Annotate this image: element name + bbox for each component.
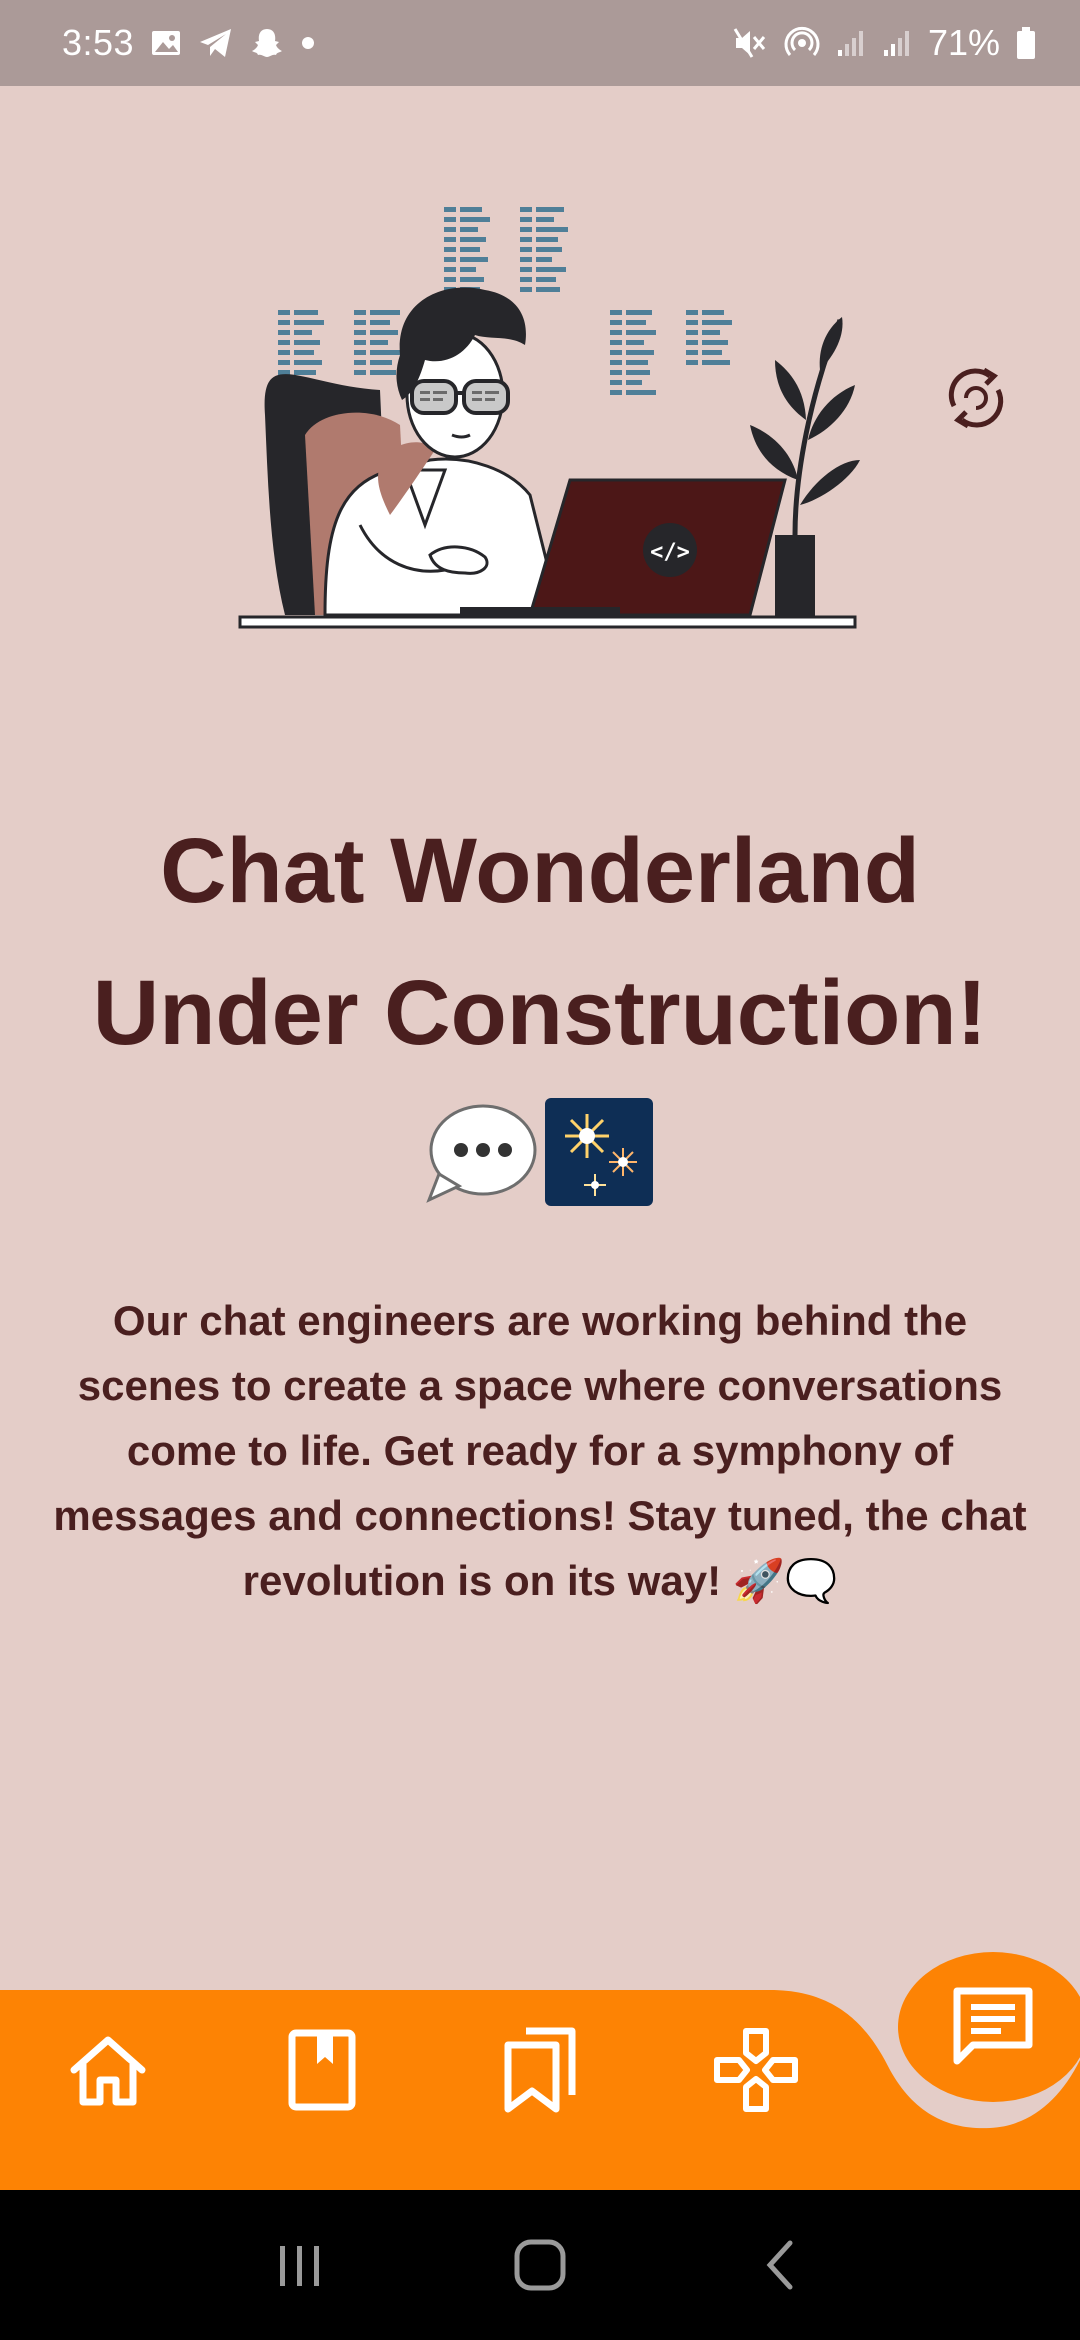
more-notifications-dot-icon [300, 35, 316, 51]
refresh-icon[interactable] [940, 362, 1012, 434]
fireworks-emoji [545, 1098, 653, 1206]
description-text: Our chat engineers are working behind th… [53, 1297, 1027, 1604]
home-circle-icon [514, 2239, 566, 2291]
hotspot-icon [784, 25, 820, 61]
emoji-row [0, 1092, 1080, 1212]
gallery-notification-icon [150, 27, 182, 59]
back-button[interactable] [740, 2225, 820, 2305]
battery-percentage: 71% [927, 22, 1000, 63]
svg-text:</>: </> [650, 540, 690, 565]
home-icon [70, 2036, 146, 2106]
page-title-line-1: Chat Wonderland [160, 820, 920, 922]
nav-bookmarks[interactable] [490, 2020, 590, 2120]
snapchat-notification-icon [250, 26, 284, 60]
chat-fab-button[interactable] [898, 1952, 1080, 2102]
status-bar: 3:53 71% [0, 0, 1080, 86]
speech-balloon-emoji [426, 1104, 537, 1203]
mute-icon [732, 26, 768, 60]
system-navigation-bar [0, 2190, 1080, 2340]
home-system-button[interactable] [500, 2225, 580, 2305]
nav-book[interactable] [272, 2020, 372, 2120]
developer-illustration: </> [230, 195, 870, 640]
nav-games[interactable] [706, 2020, 806, 2120]
recent-apps-button[interactable] [260, 2225, 340, 2305]
app-screen: 3:53 71% </> Chat Wonderland Under Const… [0, 0, 1080, 2340]
nav-home[interactable] [58, 2020, 158, 2120]
recent-apps-icon [280, 2246, 319, 2286]
back-chevron-icon [766, 2240, 793, 2290]
bookmarks-icon [504, 2027, 576, 2113]
signal-2-icon [882, 28, 912, 58]
status-time: 3:53 [62, 22, 135, 63]
gamepad-icon [714, 2028, 798, 2112]
status-right: 71% [732, 22, 1036, 64]
chat-icon [953, 1987, 1033, 2065]
page-title: Chat Wonderland Under Construction! [40, 800, 1040, 1084]
signal-1-icon [836, 28, 866, 58]
battery-icon [1016, 26, 1036, 60]
book-icon [288, 2029, 356, 2111]
telegram-notification-icon [198, 27, 234, 59]
status-left: 3:53 [62, 22, 316, 64]
page-title-line-2: Under Construction! [92, 962, 988, 1064]
